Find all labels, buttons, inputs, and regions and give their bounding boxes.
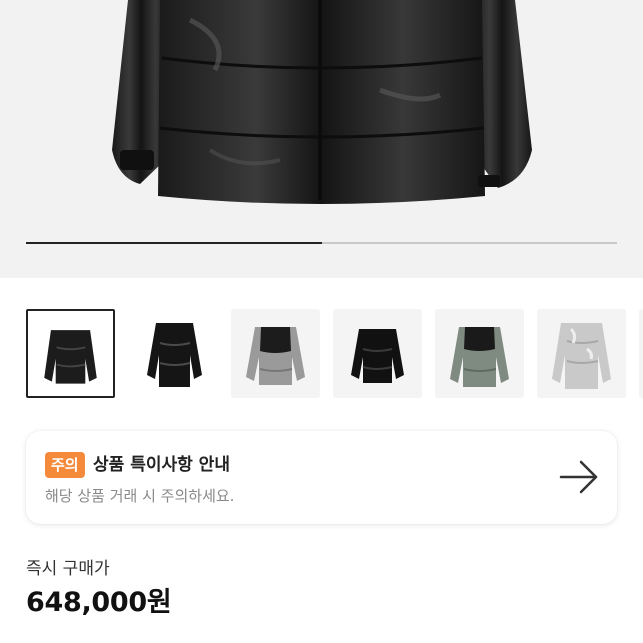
thumbnail-3[interactable] [231,309,320,398]
jacket-thumbnail-image [537,309,626,398]
thumbnail-2[interactable] [130,309,219,398]
warning-badge: 주의 [45,452,85,478]
jacket-hero-illustration [112,0,532,204]
product-notice-card[interactable]: 주의 상품 특이사항 안내 해당 상품 거래 시 주의하세요. [26,431,617,524]
thumbnail-4[interactable] [333,309,422,398]
notice-subtitle: 해당 상품 거래 시 주의하세요. [45,487,235,505]
jacket-thumbnail-image [333,309,422,398]
thumbnail-strip[interactable] [26,309,643,399]
gallery-progress-bar [26,242,617,244]
jacket-thumbnail-image [130,309,219,398]
jacket-thumbnail-image [231,309,320,398]
jacket-thumbnail-image [28,311,113,396]
thumbnail-7[interactable] [639,309,643,398]
jacket-thumbnail-image [639,309,643,398]
thumbnail-6[interactable] [537,309,626,398]
gallery-progress-fill [26,242,322,244]
price-label: 즉시 구매가 [26,559,110,579]
product-hero-image[interactable] [0,0,643,278]
instant-buy-price: 648,000원 [26,587,172,618]
thumbnail-1[interactable] [26,309,115,398]
notice-title: 상품 특이사항 안내 [93,455,230,475]
thumbnail-5[interactable] [435,309,524,398]
jacket-thumbnail-image [435,309,524,398]
arrow-right-icon[interactable] [559,459,599,495]
